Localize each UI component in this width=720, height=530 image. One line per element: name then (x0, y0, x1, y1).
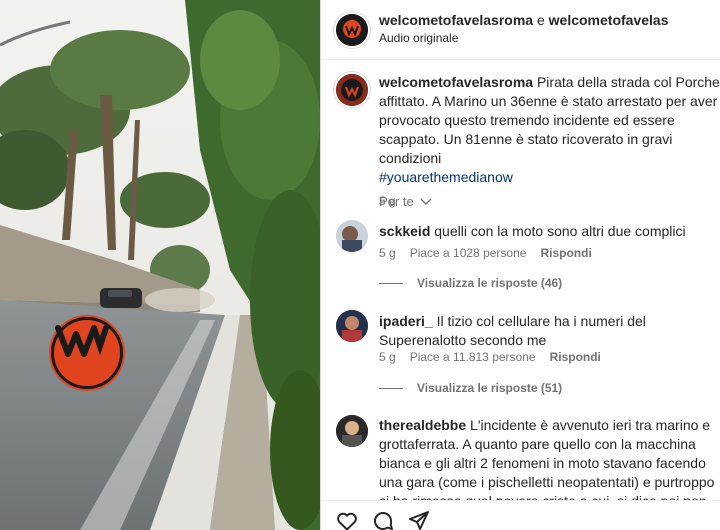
chevron-down-icon (420, 198, 432, 205)
comment-filter-label: Per te (379, 194, 414, 209)
view-replies-label: Visualizza le risposte (46) (417, 276, 563, 290)
comment-likes[interactable]: Piace a 11.813 persone (410, 350, 536, 364)
post-panel: welcometofavelasroma e welcometofavelas … (320, 0, 720, 530)
view-replies-button[interactable]: Visualizza le risposte (51) (379, 381, 562, 395)
comment-icon[interactable] (371, 509, 395, 530)
comment-filter-dropdown[interactable]: Per te (379, 194, 432, 209)
authors-joiner: e (533, 12, 549, 28)
author-link-primary[interactable]: welcometofavelasroma (379, 12, 533, 28)
brand-logo-icon (336, 74, 368, 106)
comment-username[interactable]: ipaderi_ (379, 313, 433, 329)
user-photo-icon (336, 310, 368, 342)
author-link-secondary[interactable]: welcometofavelas (549, 12, 669, 28)
comment-item: ipaderi_ Il tizio col cellulare ha i num… (379, 312, 720, 350)
video-frame (0, 0, 320, 530)
view-replies-button[interactable]: Visualizza le risposte (46) (379, 276, 562, 290)
comment-text: quelli con la moto sono altri due compli… (430, 223, 686, 239)
audio-label[interactable]: Audio originale (379, 31, 458, 45)
user-photo-icon (336, 220, 368, 252)
share-icon[interactable] (407, 509, 431, 530)
watermark-logo (51, 317, 123, 389)
comment-meta: 5 g Piace a 11.813 persone Rispondi (379, 350, 615, 364)
user-photo-icon (336, 415, 368, 447)
commenter-avatar[interactable] (336, 415, 368, 447)
comment-username[interactable]: sckkeid (379, 223, 430, 239)
wv-logo-icon (55, 325, 109, 357)
comment-likes[interactable]: Piace a 1028 persone (410, 246, 527, 260)
comment-time[interactable]: 5 g (379, 350, 396, 364)
post-header: welcometofavelasroma e welcometofavelas … (321, 0, 720, 60)
comment-meta: 5 g Piace a 1028 persone Rispondi (379, 246, 606, 260)
post-actions-bar (321, 500, 720, 530)
post-video[interactable] (0, 0, 320, 530)
replies-divider (379, 282, 403, 284)
author-avatar[interactable] (336, 14, 368, 46)
comment-item: sckkeid quelli con la moto sono altri du… (379, 222, 720, 241)
replies-divider (379, 387, 403, 389)
reply-button[interactable]: Rispondi (540, 246, 591, 260)
commenter-avatar[interactable] (336, 220, 368, 252)
caption-username[interactable]: welcometofavelasroma (379, 74, 533, 90)
caption-hashtag[interactable]: #youarethemedianow (379, 169, 513, 185)
heart-icon[interactable] (335, 509, 359, 530)
reply-button[interactable]: Rispondi (550, 350, 601, 364)
comment-username[interactable]: therealdebbe (379, 417, 466, 433)
post-authors: welcometofavelasroma e welcometofavelas (379, 12, 669, 28)
view-replies-label: Visualizza le risposte (51) (417, 381, 563, 395)
caption-avatar[interactable] (336, 74, 368, 106)
commenter-avatar[interactable] (336, 310, 368, 342)
post-caption: welcometofavelasroma Pirata della strada… (379, 73, 720, 211)
comment-time[interactable]: 5 g (379, 246, 396, 260)
brand-logo-icon (336, 14, 368, 46)
